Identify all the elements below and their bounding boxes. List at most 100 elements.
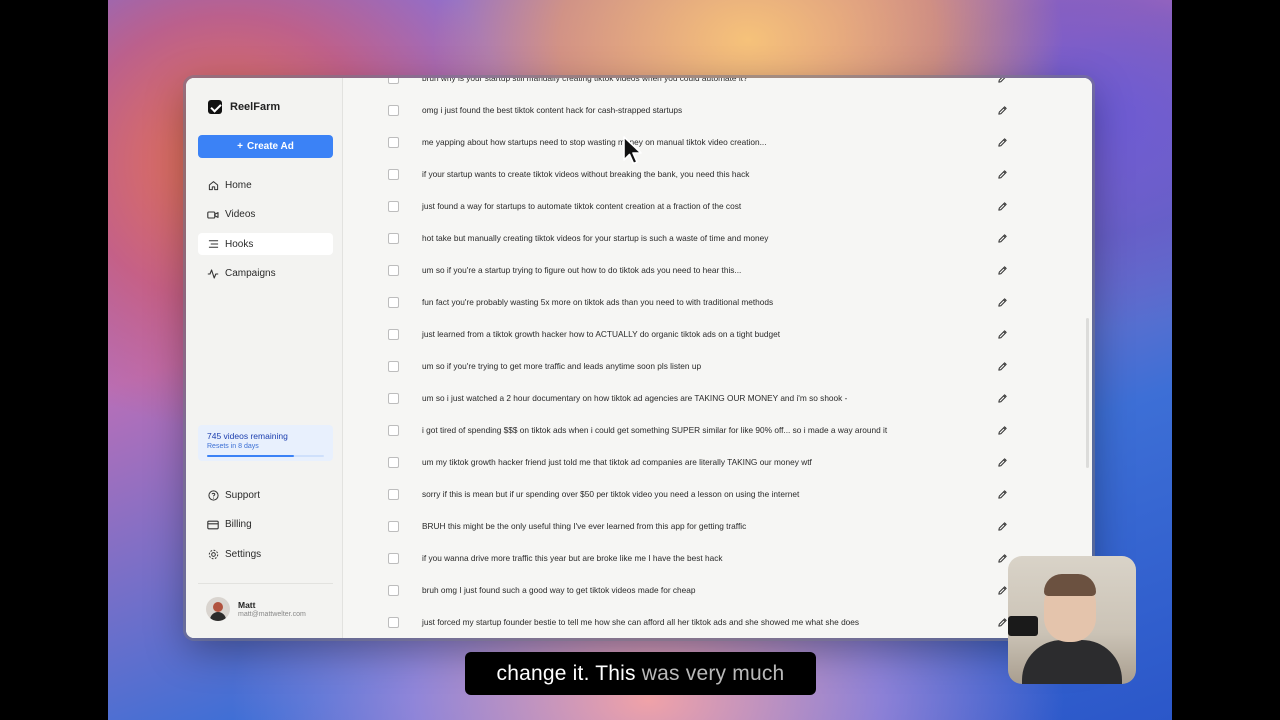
edit-pencil-icon[interactable] xyxy=(995,231,1009,245)
sidebar-item-label: Campaigns xyxy=(225,268,276,279)
usage-progress-fill xyxy=(207,455,294,457)
hook-checkbox[interactable] xyxy=(388,104,399,116)
webcam-overlay xyxy=(1008,556,1136,684)
sidebar-item-home[interactable]: Home xyxy=(198,174,333,196)
hook-checkbox[interactable] xyxy=(388,552,399,564)
hook-text: um so if you're trying to get more traff… xyxy=(422,361,702,371)
hook-checkbox[interactable] xyxy=(388,488,399,500)
hook-row[interactable]: um so if you're a startup trying to figu… xyxy=(343,254,1092,286)
help-icon xyxy=(207,489,219,501)
sidebar-item-label: Billing xyxy=(225,519,252,530)
hook-text: omg i just found the best tiktok content… xyxy=(422,105,683,115)
hook-row[interactable]: just learned from a tiktok growth hacker… xyxy=(343,318,1092,350)
hook-checkbox[interactable] xyxy=(388,456,399,468)
hook-row[interactable]: hot take but manually creating tiktok vi… xyxy=(343,222,1092,254)
mouse-cursor-icon xyxy=(623,136,642,165)
create-ad-button[interactable]: + Create Ad xyxy=(198,135,333,158)
sidebar-divider xyxy=(198,583,333,584)
edit-pencil-icon[interactable] xyxy=(995,167,1009,181)
hook-text: BRUH this might be the only useful thing… xyxy=(422,521,747,531)
hook-row[interactable]: just found a way for startups to automat… xyxy=(343,190,1092,222)
hook-row[interactable]: if your startup wants to create tiktok v… xyxy=(343,158,1092,190)
edit-pencil-icon[interactable] xyxy=(995,78,1009,85)
hook-row[interactable]: bruh omg I just found such a good way to… xyxy=(343,574,1092,606)
hook-row[interactable]: just forced my startup founder bestie to… xyxy=(343,606,1092,638)
edit-pencil-icon[interactable] xyxy=(995,391,1009,405)
user-email: matt@mattwelter.com xyxy=(238,611,306,618)
usage-card: 745 videos remaining Resets in 8 days xyxy=(198,425,333,461)
sidebar-item-campaigns[interactable]: Campaigns xyxy=(198,263,333,285)
hook-text: bruh omg I just found such a good way to… xyxy=(422,585,696,595)
hook-row[interactable]: me yapping about how startups need to st… xyxy=(343,126,1092,158)
edit-pencil-icon[interactable] xyxy=(995,263,1009,277)
hook-text: um so if you're a startup trying to figu… xyxy=(422,265,742,275)
hook-text: bruh why is your startup still manually … xyxy=(422,78,748,83)
edit-pencil-icon[interactable] xyxy=(995,487,1009,501)
hook-checkbox[interactable] xyxy=(388,360,399,372)
hook-checkbox[interactable] xyxy=(388,424,399,436)
hook-checkbox[interactable] xyxy=(388,520,399,532)
hook-row[interactable]: BRUH this might be the only useful thing… xyxy=(343,510,1092,542)
edit-pencil-icon[interactable] xyxy=(995,583,1009,597)
hook-row[interactable]: um so i just watched a 2 hour documentar… xyxy=(343,382,1092,414)
user-info: Matt matt@mattwelter.com xyxy=(238,600,306,618)
hook-row[interactable]: sorry if this is mean but if ur spending… xyxy=(343,478,1092,510)
hook-row[interactable]: if you wanna drive more traffic this yea… xyxy=(343,542,1092,574)
hook-checkbox[interactable] xyxy=(388,584,399,596)
hook-row[interactable]: um so if you're trying to get more traff… xyxy=(343,350,1092,382)
presenter-body xyxy=(1022,640,1122,684)
edit-pencil-icon[interactable] xyxy=(995,519,1009,533)
hook-text: if your startup wants to create tiktok v… xyxy=(422,169,750,179)
edit-pencil-icon[interactable] xyxy=(995,327,1009,341)
sidebar-item-label: Home xyxy=(225,179,252,191)
sidebar-item-billing[interactable]: Billing xyxy=(198,514,333,536)
hook-row[interactable]: omg i just found the best tiktok content… xyxy=(343,94,1092,126)
hook-row[interactable]: um my tiktok growth hacker friend just t… xyxy=(343,446,1092,478)
presenter-hair xyxy=(1044,574,1096,596)
edit-pencil-icon[interactable] xyxy=(995,359,1009,373)
edit-pencil-icon[interactable] xyxy=(995,295,1009,309)
hook-text: if you wanna drive more traffic this yea… xyxy=(422,553,723,563)
usage-reset: Resets in 8 days xyxy=(207,443,259,450)
usage-progress-bar xyxy=(207,455,324,457)
hook-row[interactable]: bruh why is your startup still manually … xyxy=(343,78,1092,94)
hook-checkbox[interactable] xyxy=(388,296,399,308)
home-icon xyxy=(207,179,219,191)
edit-pencil-icon[interactable] xyxy=(995,103,1009,117)
credit-card-icon xyxy=(207,519,219,531)
hook-row[interactable]: fun fact you're probably wasting 5x more… xyxy=(343,286,1092,318)
hook-checkbox[interactable] xyxy=(388,264,399,276)
sidebar-item-videos[interactable]: Videos xyxy=(198,204,333,226)
hook-checkbox[interactable] xyxy=(388,616,399,628)
edit-pencil-icon[interactable] xyxy=(995,423,1009,437)
hook-row[interactable]: i got tired of spending $$$ on tiktok ad… xyxy=(343,414,1092,446)
hook-checkbox[interactable] xyxy=(388,328,399,340)
activity-icon xyxy=(207,268,219,280)
edit-pencil-icon[interactable] xyxy=(995,455,1009,469)
hook-text: i got tired of spending $$$ on tiktok ad… xyxy=(422,425,888,435)
sidebar-item-label: Videos xyxy=(225,209,256,220)
edit-pencil-icon[interactable] xyxy=(995,615,1009,629)
user-profile[interactable]: Matt matt@mattwelter.com xyxy=(206,597,306,621)
hook-checkbox[interactable] xyxy=(388,232,399,244)
user-name: Matt xyxy=(238,600,256,610)
video-caption: change it. This was very much xyxy=(465,652,816,695)
create-ad-label: Create Ad xyxy=(246,141,294,152)
brand: ReelFarm xyxy=(208,100,280,114)
edit-pencil-icon[interactable] xyxy=(995,135,1009,149)
edit-pencil-icon[interactable] xyxy=(995,199,1009,213)
plus-icon: + xyxy=(237,141,243,152)
hook-checkbox[interactable] xyxy=(388,136,399,148)
hook-checkbox[interactable] xyxy=(388,200,399,212)
hook-checkbox[interactable] xyxy=(388,78,399,84)
hook-checkbox[interactable] xyxy=(388,168,399,180)
hook-checkbox[interactable] xyxy=(388,392,399,404)
sidebar-item-support[interactable]: Support xyxy=(198,484,333,506)
hook-text: just forced my startup founder bestie to… xyxy=(422,617,860,627)
avatar xyxy=(206,597,230,621)
edit-pencil-icon[interactable] xyxy=(995,551,1009,565)
main-nav: Home Videos Hooks Campaigns xyxy=(198,174,333,292)
sidebar-item-settings[interactable]: Settings xyxy=(198,543,333,565)
hook-text: um my tiktok growth hacker friend just t… xyxy=(422,457,812,467)
sidebar-item-hooks[interactable]: Hooks xyxy=(198,233,333,255)
